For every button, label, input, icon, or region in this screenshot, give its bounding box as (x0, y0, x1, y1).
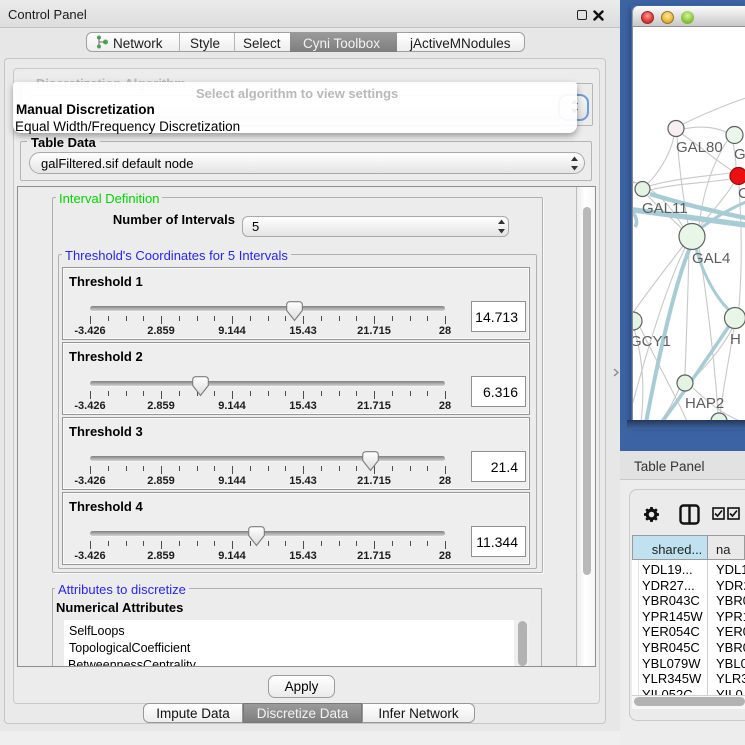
svg-text:GAL11: GAL11 (642, 200, 688, 217)
svg-text:GCY1: GCY1 (633, 333, 671, 350)
svg-text:H: H (730, 331, 741, 348)
svg-text:GAL80: GAL80 (676, 139, 723, 156)
svg-text:C: C (738, 185, 745, 202)
svg-text:GAL4: GAL4 (692, 250, 730, 267)
svg-text:HAP2: HAP2 (685, 395, 724, 412)
svg-text:GA: GA (734, 146, 745, 163)
